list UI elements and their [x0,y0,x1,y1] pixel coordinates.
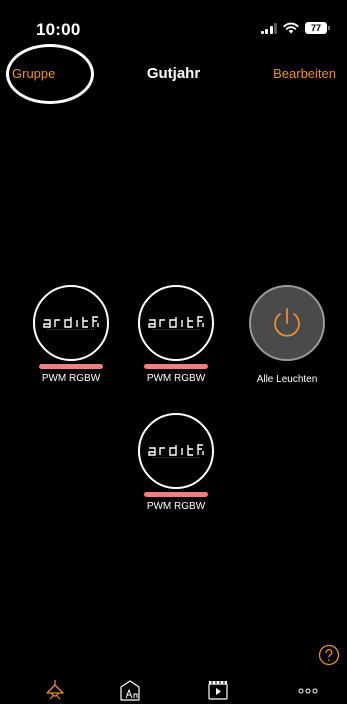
signal-icon [260,22,277,34]
more-icon [298,688,318,694]
device-tile[interactable]: PWM RGBW [16,285,126,384]
device-label: PWM RGBW [41,373,101,384]
clapperboard-icon [208,681,228,700]
ardifi-logo-icon [148,444,204,458]
status-icons: 77 [260,22,330,34]
wifi-icon [283,22,299,34]
device-label: PWM RGBW [146,501,206,512]
device-label: PWM RGBW [146,373,206,384]
device-lamp-button[interactable] [33,285,109,361]
ardifi-logo-icon [148,316,204,330]
more-tab[interactable] [296,678,320,702]
rooms-tab[interactable] [118,678,142,702]
all-lights-tile[interactable]: Alle Leuchten [232,285,342,385]
scenes-tab[interactable] [206,678,230,702]
color-indicator [144,492,208,497]
status-time: 10:00 [36,20,81,39]
device-tile[interactable]: PWM RGBW [121,285,231,384]
room-icon [120,680,140,701]
all-lights-power-button[interactable] [249,285,325,361]
battery-icon: 77 [305,22,330,34]
device-tile[interactable]: PWM RGBW [121,413,231,512]
lamp-icon [46,680,64,700]
ardifi-logo-icon [43,316,99,330]
device-lamp-button[interactable] [138,413,214,489]
color-indicator [39,364,103,369]
device-lamp-button[interactable] [138,285,214,361]
all-lights-label: Alle Leuchten [256,374,318,385]
lights-tab[interactable] [43,678,67,702]
help-icon[interactable] [318,644,340,666]
color-indicator [144,364,208,369]
status-bar: 10:00 77 [0,0,347,48]
tab-bar [0,676,347,704]
edit-button[interactable]: Bearbeiten [273,66,336,81]
power-icon [274,308,300,337]
